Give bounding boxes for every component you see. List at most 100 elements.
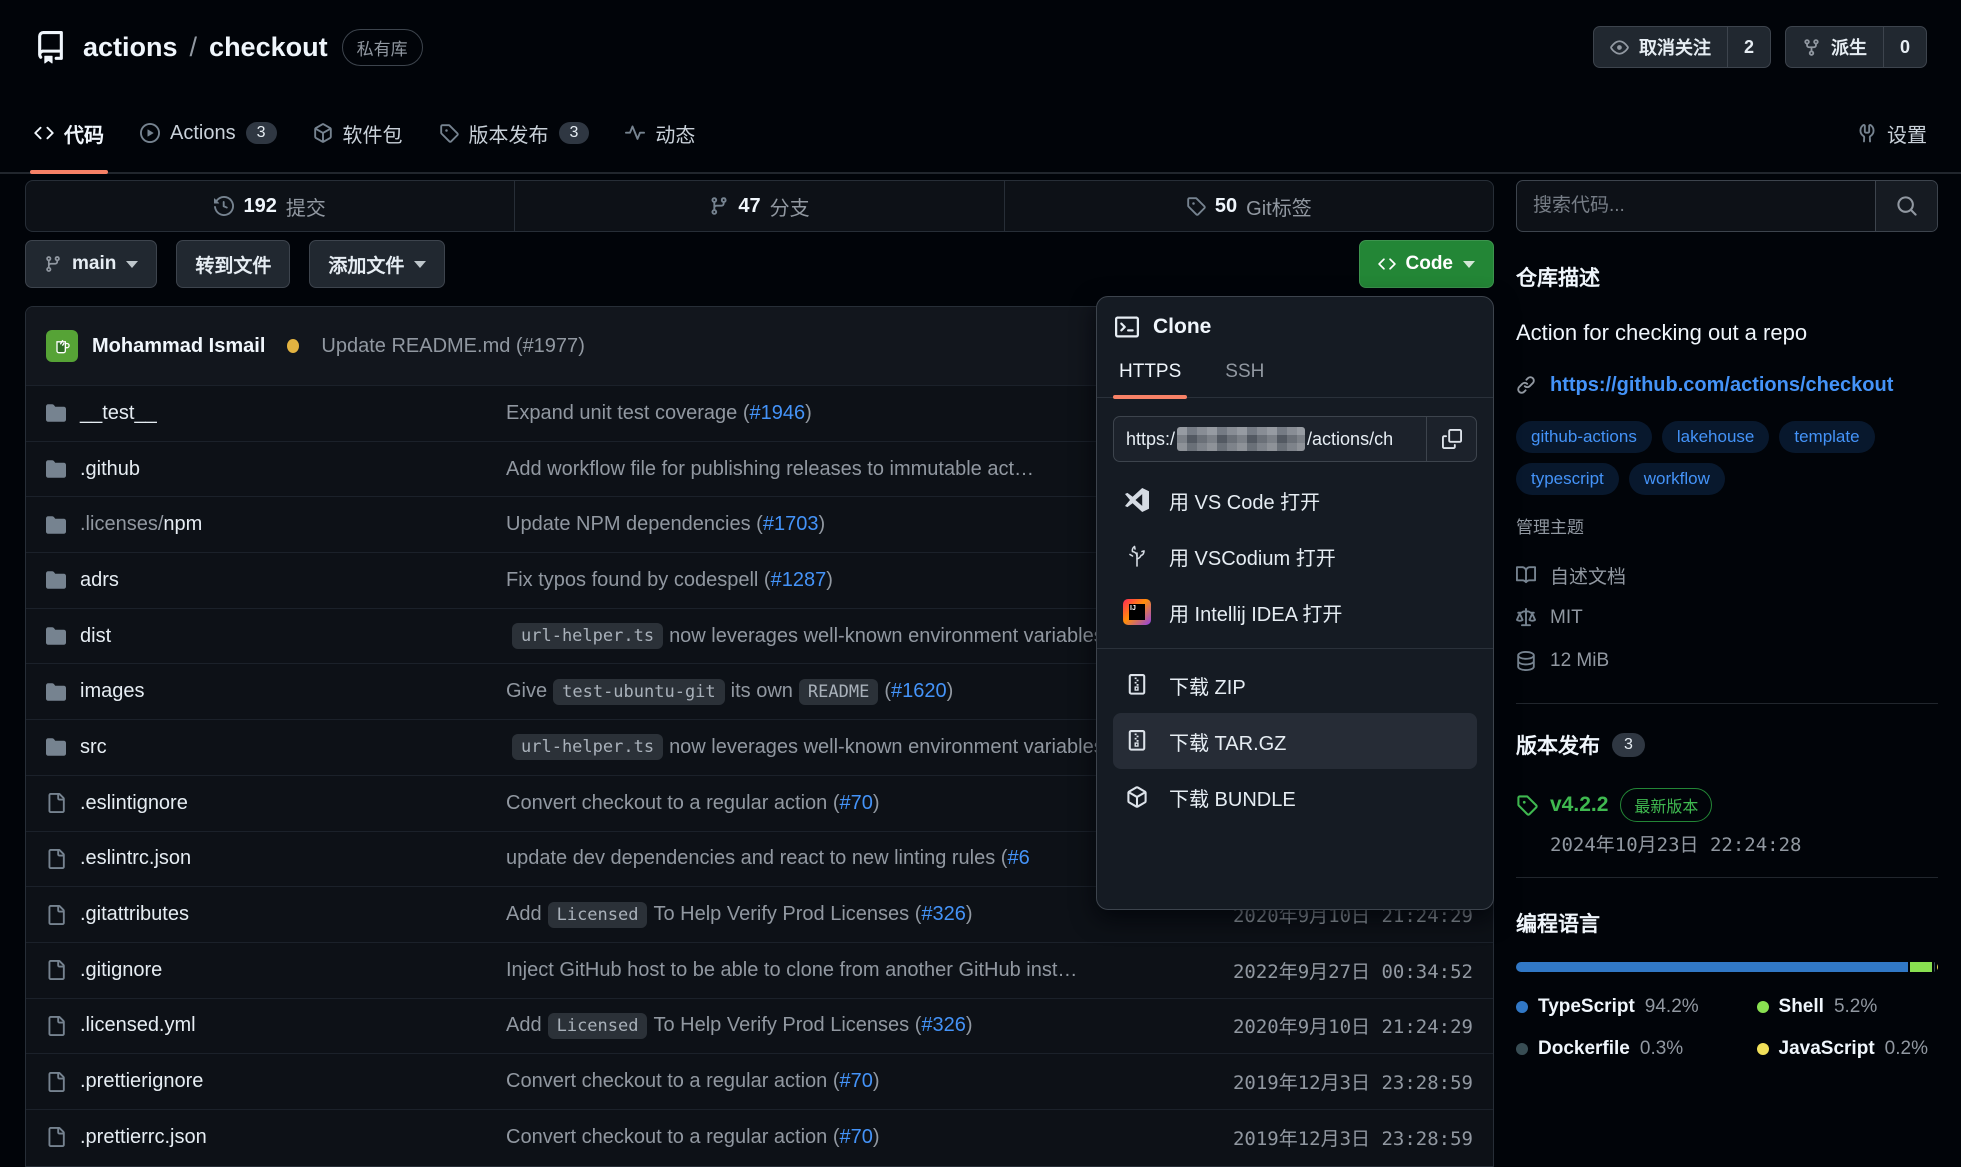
table-row[interactable]: .gitignore Inject GitHub host to be able… — [26, 942, 1493, 998]
zip-file-icon — [1123, 674, 1151, 696]
file-icon — [46, 793, 66, 813]
file-name[interactable]: .github — [80, 458, 140, 481]
copy-url-button[interactable] — [1426, 417, 1476, 461]
file-name[interactable]: __test__ — [80, 402, 157, 425]
website-link[interactable]: https://github.com/actions/checkout — [1550, 374, 1893, 397]
open-intellij-item[interactable]: IJ 用 Intellij IDEA 打开 — [1113, 584, 1477, 640]
language-legend-item[interactable]: JavaScript 0.2% — [1757, 1038, 1938, 1060]
tab-settings[interactable]: 设置 — [1857, 94, 1927, 172]
language-name: Shell — [1779, 996, 1824, 1018]
pr-link[interactable]: #6 — [1007, 847, 1029, 870]
file-name[interactable]: src — [80, 736, 107, 759]
language-legend-item[interactable]: TypeScript 94.2% — [1516, 996, 1757, 1018]
open-vscodium-item[interactable]: 用 VSCodium 打开 — [1113, 528, 1477, 584]
topic-pill[interactable]: github-actions — [1516, 421, 1652, 453]
clone-title: Clone — [1153, 315, 1211, 339]
topic-pill[interactable]: template — [1779, 421, 1874, 453]
clone-url-input[interactable]: https://actions/ch — [1114, 417, 1426, 461]
download-bundle-label: 下载 BUNDLE — [1169, 783, 1296, 812]
file-name[interactable]: .licenses/npm — [80, 513, 202, 536]
file-name[interactable]: adrs — [80, 569, 119, 592]
branch-selector[interactable]: main — [25, 240, 157, 288]
repo-owner-link[interactable]: actions — [83, 32, 178, 63]
pr-link[interactable]: #1703 — [763, 513, 819, 536]
open-vscode-item[interactable]: 用 VS Code 打开 — [1113, 472, 1477, 528]
file-name[interactable]: .gitignore — [80, 959, 162, 982]
file-name[interactable]: .prettierrc.json — [80, 1126, 207, 1149]
intellij-idea-icon: IJ — [1123, 599, 1151, 625]
language-dot-icon — [1516, 1001, 1528, 1013]
unwatch-button[interactable]: 取消关注 2 — [1593, 26, 1771, 68]
releases-section-header[interactable]: 版本发布 3 — [1516, 730, 1938, 760]
tags-stat[interactable]: 50 Git标签 — [1004, 181, 1493, 231]
forks-count[interactable]: 0 — [1883, 27, 1926, 67]
language-percent: 0.2% — [1885, 1038, 1928, 1060]
search-button[interactable] — [1875, 181, 1937, 231]
tab-releases-label: 版本发布 — [469, 119, 549, 148]
commit-author[interactable]: Mohammad Ismail — [92, 335, 265, 358]
topic-pill[interactable]: typescript — [1516, 463, 1619, 495]
pr-link[interactable]: #70 — [840, 1126, 873, 1149]
open-intellij-label: 用 Intellij IDEA 打开 — [1169, 598, 1342, 627]
topic-pill[interactable]: workflow — [1629, 463, 1725, 495]
tab-activity[interactable]: 动态 — [625, 94, 695, 172]
download-zip-item[interactable]: 下载 ZIP — [1113, 657, 1477, 713]
file-name[interactable]: .prettierignore — [80, 1070, 203, 1093]
tab-packages[interactable]: 软件包 — [313, 94, 403, 172]
repo-name-link[interactable]: checkout — [209, 32, 328, 63]
release-tag[interactable]: v4.2.2 — [1550, 793, 1608, 817]
pr-link[interactable]: #70 — [840, 1070, 873, 1093]
language-legend-item[interactable]: Dockerfile 0.3% — [1516, 1038, 1757, 1060]
commit-msg-text: ) — [966, 1014, 973, 1037]
code-dropdown-button[interactable]: Code — [1359, 240, 1495, 288]
goto-file-button[interactable]: 转到文件 — [176, 240, 290, 288]
pr-link[interactable]: #70 — [840, 792, 873, 815]
fork-button[interactable]: 派生 0 — [1785, 26, 1927, 68]
file-name[interactable]: images — [80, 680, 144, 703]
commits-stat[interactable]: 192 提交 — [26, 181, 514, 231]
file-icon — [46, 1072, 66, 1092]
download-bundle-item[interactable]: 下载 BUNDLE — [1113, 769, 1477, 825]
table-row[interactable]: .prettierrc.json Convert checkout to a r… — [26, 1109, 1493, 1165]
file-name[interactable]: .eslintrc.json — [80, 847, 191, 870]
language-bar — [1516, 962, 1938, 972]
pr-link[interactable]: #1946 — [749, 402, 805, 425]
file-name[interactable]: .eslintignore — [80, 792, 188, 815]
pr-link[interactable]: #1620 — [891, 680, 947, 703]
add-file-button[interactable]: 添加文件 — [309, 240, 445, 288]
tab-https[interactable]: HTTPS — [1119, 361, 1181, 397]
tab-ssh[interactable]: SSH — [1225, 361, 1264, 397]
status-dot-icon[interactable] — [287, 339, 299, 353]
pr-link[interactable]: #326 — [921, 1014, 966, 1037]
language-percent: 5.2% — [1834, 996, 1877, 1018]
pr-link[interactable]: #1287 — [771, 569, 827, 592]
readme-link[interactable]: 自述文档 — [1516, 554, 1938, 597]
download-zip-label: 下载 ZIP — [1169, 671, 1246, 700]
search-input[interactable] — [1517, 181, 1875, 231]
tab-actions[interactable]: Actions 3 — [140, 94, 277, 172]
license-link[interactable]: MIT — [1516, 597, 1938, 640]
tab-code[interactable]: 代码 — [34, 94, 104, 172]
table-row[interactable]: .licensed.yml Add Licensed To Help Verif… — [26, 998, 1493, 1054]
topic-pill[interactable]: lakehouse — [1662, 421, 1770, 453]
file-name[interactable]: .licensed.yml — [80, 1014, 196, 1037]
manage-topics-link[interactable]: 管理主题 — [1516, 513, 1584, 538]
avatar[interactable] — [46, 330, 78, 362]
latest-release-row[interactable]: v4.2.2 最新版本 — [1516, 788, 1938, 822]
language-bar-segment[interactable] — [1910, 962, 1932, 972]
tab-releases[interactable]: 版本发布 3 — [439, 94, 590, 172]
language-bar-segment[interactable] — [1516, 962, 1908, 972]
pr-link[interactable]: #326 — [921, 903, 966, 926]
file-name[interactable]: dist — [80, 625, 111, 648]
language-legend-item[interactable]: Shell 5.2% — [1757, 996, 1938, 1018]
download-targz-item[interactable]: 下载 TAR.GZ — [1113, 713, 1477, 769]
commit-pr-link[interactable]: #1977 — [523, 335, 579, 357]
terminal-icon — [1115, 315, 1139, 339]
repo-size[interactable]: 12 MiB — [1516, 640, 1938, 683]
branches-stat[interactable]: 47 分支 — [514, 181, 1003, 231]
language-bar-segment[interactable] — [1934, 962, 1935, 972]
file-name[interactable]: .gitattributes — [80, 903, 189, 926]
watchers-count[interactable]: 2 — [1727, 27, 1770, 67]
table-row[interactable]: .prettierignore Convert checkout to a re… — [26, 1053, 1493, 1109]
language-bar-segment[interactable] — [1937, 962, 1938, 972]
